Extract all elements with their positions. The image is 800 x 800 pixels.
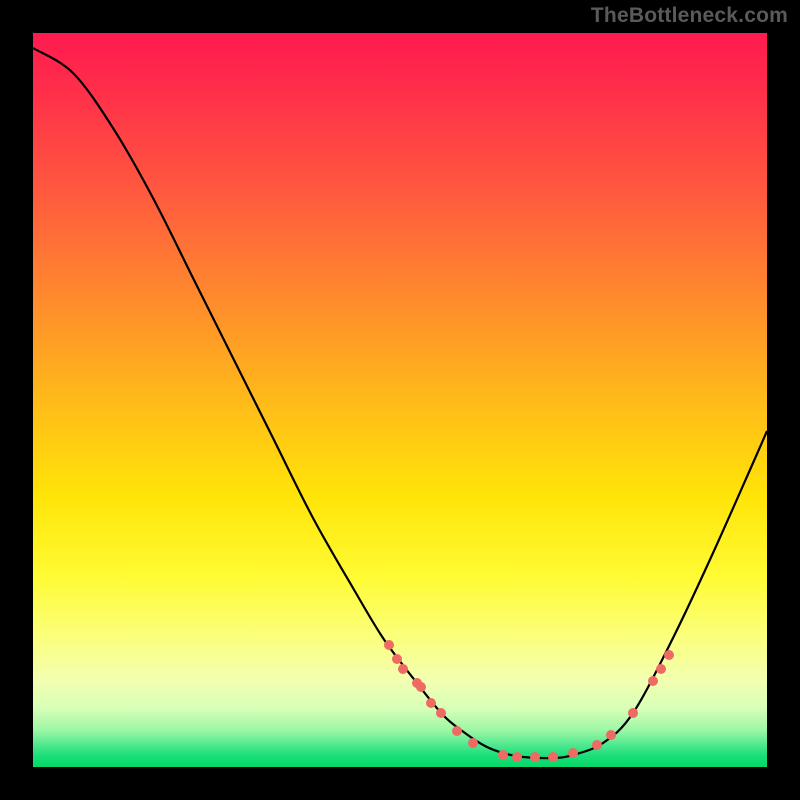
data-point: [606, 730, 616, 740]
data-point: [426, 698, 436, 708]
data-point: [498, 750, 508, 760]
plot-area: [33, 33, 767, 767]
data-point: [656, 664, 666, 674]
data-point: [512, 752, 522, 762]
curve-overlay: [33, 33, 767, 767]
watermark-text: TheBottleneck.com: [591, 4, 788, 28]
data-point: [568, 748, 578, 758]
data-point: [398, 664, 408, 674]
data-point: [648, 676, 658, 686]
data-point: [384, 640, 394, 650]
data-point: [628, 708, 638, 718]
data-point: [548, 752, 558, 762]
data-point: [416, 682, 426, 692]
data-point: [664, 650, 674, 660]
data-point: [530, 752, 540, 762]
data-points: [384, 640, 674, 762]
data-point: [436, 708, 446, 718]
data-point: [468, 738, 478, 748]
data-point: [452, 726, 462, 736]
data-point: [392, 654, 402, 664]
bottleneck-curve: [33, 48, 767, 758]
chart-container: TheBottleneck.com: [0, 0, 800, 800]
data-point: [592, 740, 602, 750]
